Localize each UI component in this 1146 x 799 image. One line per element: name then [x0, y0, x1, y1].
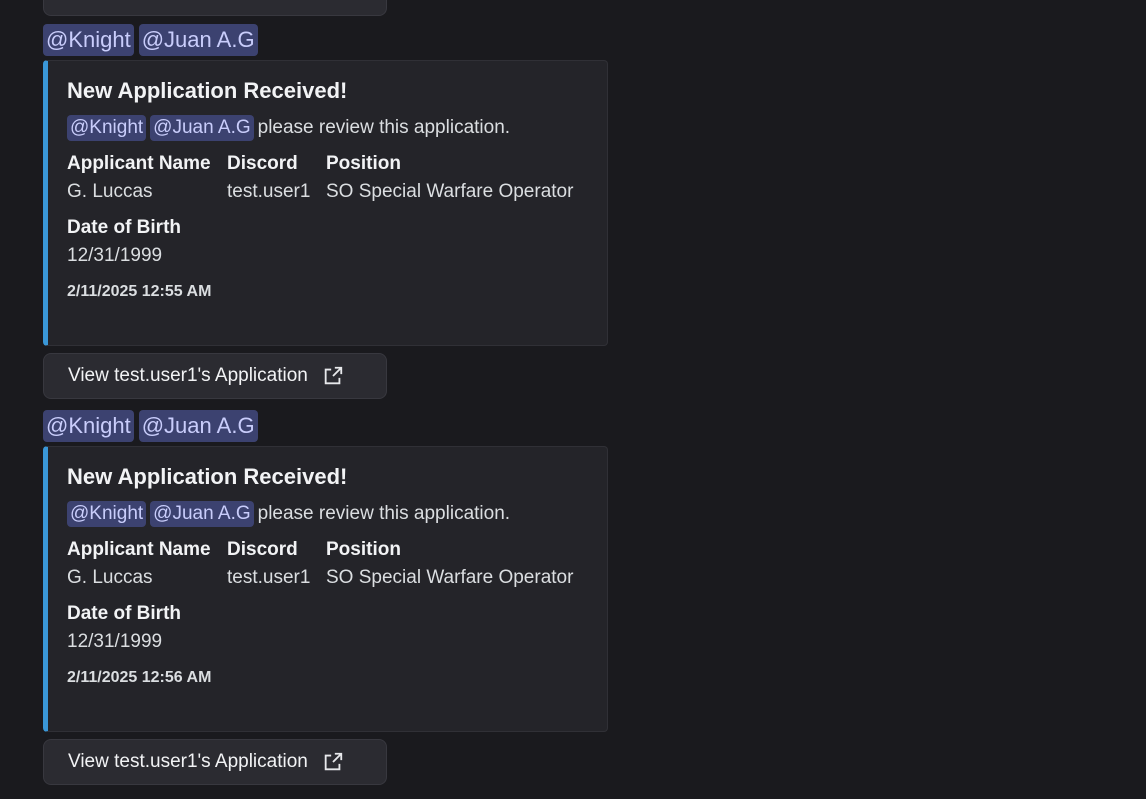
mention-knight[interactable]: @Knight: [67, 501, 147, 527]
embed-timestamp: 2/11/2025 12:55 AM: [67, 283, 212, 300]
embed-title: New Application Received!: [67, 78, 348, 103]
field-name: Discord: [227, 153, 298, 174]
embed-fields: Applicant Name G. Luccas Discord test.us…: [67, 537, 588, 593]
embed-title: New Application Received!: [67, 464, 348, 489]
field-date-of-birth: Date of Birth 12/31/1999: [67, 215, 588, 271]
field-name: Date of Birth: [67, 217, 181, 238]
embed-description-text: please review this application.: [257, 503, 511, 524]
field-name: Date of Birth: [67, 603, 181, 624]
field-value: 12/31/1999: [67, 245, 163, 266]
application-embed: New Application Received! @Knight @Juan …: [43, 60, 608, 346]
mention-juan[interactable]: @Juan A.G: [138, 24, 258, 56]
field-discord: Discord test.user1: [227, 151, 314, 207]
mention-knight[interactable]: @Knight: [67, 115, 147, 141]
mention-juan[interactable]: @Juan A.G: [138, 410, 258, 442]
field-name: Position: [326, 153, 401, 174]
external-link-icon: [324, 366, 343, 385]
embed-description: @Knight @Juan A.G please review this app…: [67, 501, 588, 527]
view-application-button[interactable]: View test.user1's Application: [43, 353, 387, 399]
field-discord: Discord test.user1: [227, 537, 314, 593]
field-name: Position: [326, 539, 401, 560]
field-applicant-name: Applicant Name G. Luccas: [67, 151, 215, 207]
field-value: G. Luccas: [67, 181, 153, 202]
embed-timestamp: 2/11/2025 12:56 AM: [67, 669, 212, 686]
field-date-of-birth: Date of Birth 12/31/1999: [67, 601, 588, 657]
field-value: SO Special Warfare Operator: [326, 181, 574, 202]
application-embed: New Application Received! @Knight @Juan …: [43, 446, 608, 732]
message-mentions: @Knight @Juan A.G: [43, 410, 743, 442]
view-application-button[interactable]: View test.user1's Application: [43, 739, 387, 785]
embed-description: @Knight @Juan A.G please review this app…: [67, 115, 588, 141]
embed-description-text: please review this application.: [257, 117, 511, 138]
field-value: SO Special Warfare Operator: [326, 567, 574, 588]
mention-knight[interactable]: @Knight: [43, 24, 134, 56]
field-position: Position SO Special Warfare Operator: [326, 151, 573, 207]
field-name: Discord: [227, 539, 298, 560]
embed-fields: Applicant Name G. Luccas Discord test.us…: [67, 151, 588, 207]
field-position: Position SO Special Warfare Operator: [326, 537, 573, 593]
mention-juan[interactable]: @Juan A.G: [150, 501, 254, 527]
view-application-button-previous[interactable]: [43, 0, 387, 16]
field-value: test.user1: [227, 181, 311, 202]
field-name: Applicant Name: [67, 539, 211, 560]
field-value: G. Luccas: [67, 567, 153, 588]
message: @Knight @Juan A.G New Application Receiv…: [43, 24, 743, 399]
mention-knight[interactable]: @Knight: [43, 410, 134, 442]
message-mentions: @Knight @Juan A.G: [43, 24, 743, 56]
field-name: Applicant Name: [67, 153, 211, 174]
button-label: View test.user1's Application: [68, 365, 308, 386]
field-value: 12/31/1999: [67, 631, 163, 652]
mention-juan[interactable]: @Juan A.G: [150, 115, 254, 141]
external-link-icon: [342, 0, 364, 1]
chat-messages: @Knight @Juan A.G New Application Receiv…: [0, 0, 1146, 799]
field-value: test.user1: [227, 567, 311, 588]
message: @Knight @Juan A.G New Application Receiv…: [43, 410, 743, 785]
external-link-icon: [324, 752, 343, 771]
field-applicant-name: Applicant Name G. Luccas: [67, 537, 215, 593]
button-label: View test.user1's Application: [68, 751, 308, 772]
